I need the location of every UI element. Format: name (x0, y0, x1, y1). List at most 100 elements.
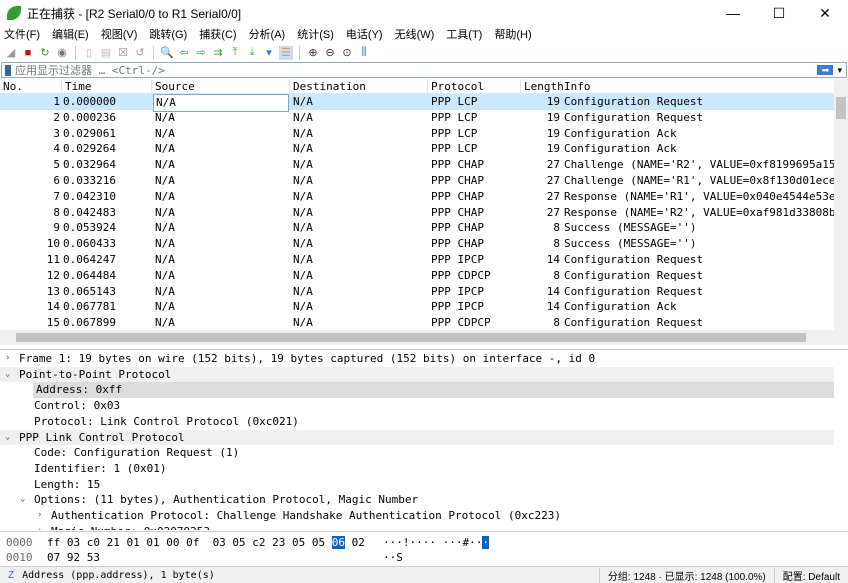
table-row[interactable]: 11 0.064247 N/A N/A PPP IPCP 14 Configuration … (0, 252, 834, 268)
detail-row[interactable]: Protocol: Link Control Protocol (0xc021) (0, 414, 834, 430)
table-row[interactable]: 9 0.053924 N/A N/A PPP CHAP 8 Success (MESSAGE… (0, 220, 834, 236)
zoom-out-icon[interactable]: ⊖ (323, 46, 337, 60)
open-icon[interactable]: ▯ (82, 46, 96, 60)
column-header[interactable]: Length (521, 79, 564, 94)
minimize-button[interactable]: — (710, 0, 756, 26)
maximize-button[interactable]: ☐ (756, 0, 802, 26)
detail-row[interactable]: Control: 0x03 (0, 398, 834, 414)
hex-pre[interactable]: ff 03 c0 21 01 01 00 0f 03 05 c2 23 05 0… (47, 536, 332, 549)
expand-arrow-icon[interactable]: ⌄ (20, 492, 25, 508)
detail-row[interactable]: Identifier: 1 (0x01) (0, 461, 834, 477)
autoscroll-icon[interactable]: ▾ (262, 46, 276, 60)
find-icon[interactable]: 🔍 (160, 46, 174, 60)
cell-source: N/A (155, 253, 175, 266)
detail-row[interactable]: Address: 0xff (0, 382, 834, 399)
hex-pre[interactable]: 07 92 53 (47, 551, 100, 564)
table-row[interactable]: 12 0.064484 N/A N/A PPP CDPCP 8 Configuration … (0, 268, 834, 284)
packet-list-hscroll[interactable] (0, 330, 848, 345)
column-header[interactable]: Source (152, 79, 290, 94)
options-icon[interactable]: ◉ (55, 46, 69, 60)
detail-row[interactable]: Length: 15 (0, 477, 834, 493)
window-title: 正在捕获 - [R2 Serial0/0 to R1 Serial0/0] (27, 6, 242, 21)
hex-ascii[interactable]: ···!···· ···#··· (383, 535, 489, 550)
collapse-arrow-icon[interactable]: › (37, 508, 42, 524)
table-row[interactable]: 13 0.065143 N/A N/A PPP IPCP 14 Configuration … (0, 284, 834, 300)
hex-post[interactable]: 02 (345, 536, 365, 549)
display-filter-input[interactable] (15, 63, 818, 77)
column-header[interactable]: Destination (290, 79, 428, 94)
profile-label[interactable]: 配置: Default (773, 567, 848, 583)
menu-item[interactable]: 帮助(H) (494, 26, 531, 42)
back-icon[interactable]: ⇦ (177, 46, 191, 60)
hex-bytes[interactable]: ff 03 c0 21 01 01 00 0f 03 05 c2 23 05 0… (47, 535, 365, 550)
hex-ascii_sel[interactable]: · (482, 536, 489, 549)
filter-dropdown-icon[interactable]: ▾ (837, 65, 842, 76)
cell-destination: N/A (293, 174, 313, 187)
shark-fin-icon[interactable]: ◢ (4, 46, 18, 60)
table-row[interactable]: 5 0.032964 N/A N/A PPP CHAP 27 Challenge (NAME… (0, 157, 835, 173)
detail-row[interactable]: ⌄ PPP Link Control Protocol (0, 429, 834, 446)
zoom-in-icon[interactable]: ⊕ (306, 46, 320, 60)
menu-item[interactable]: 统计(S) (297, 26, 334, 42)
reload-icon[interactable]: ↺ (133, 46, 147, 60)
hex-ascii_pre[interactable]: ···!···· ···#·· (383, 536, 482, 549)
cell-time: 0.042310 (63, 189, 116, 203)
menu-item[interactable]: 视图(V) (101, 26, 138, 42)
stop-icon[interactable]: ■ (21, 46, 35, 60)
detail-row[interactable]: ⌄ Options: (11 bytes), Authentication Pro… (0, 492, 834, 508)
menu-item[interactable]: 编辑(E) (52, 26, 89, 42)
table-row[interactable]: 3 0.029061 N/A N/A PPP LCP 19 Configuration Ac… (0, 126, 834, 142)
cell-time: 0.064247 (63, 253, 116, 266)
menu-item[interactable]: 无线(W) (395, 26, 435, 42)
column-header[interactable]: Info (561, 79, 848, 94)
hex-ascii[interactable]: ··S (383, 550, 403, 565)
file-icon[interactable]: ▤ (99, 46, 113, 60)
colorize-icon[interactable]: ☰ (279, 45, 293, 60)
hex-sel[interactable]: 06 (331, 536, 346, 549)
packet-list-vscroll[interactable] (834, 79, 848, 330)
menu-item[interactable]: 电话(Y) (346, 26, 383, 42)
collapse-arrow-icon[interactable]: › (37, 524, 42, 530)
zoom-reset-icon[interactable]: ⊙ (340, 46, 354, 60)
menu-item[interactable]: 跳转(G) (149, 26, 187, 42)
column-header[interactable]: No. (0, 79, 62, 94)
table-row[interactable]: 1 0.000000 N/A N/A PPP LCP 19 Configuration Re… (0, 94, 834, 112)
table-row[interactable]: 10 0.060433 N/A N/A PPP CHAP 8 Success (MESSAG… (0, 236, 834, 252)
detail-row[interactable]: ⌄ Point-to-Point Protocol (0, 366, 834, 383)
table-row[interactable]: 6 0.033216 N/A N/A PPP CHAP 27 Challenge (NAME… (0, 173, 835, 189)
collapse-arrow-icon[interactable]: › (5, 351, 10, 367)
detail-row[interactable]: › Magic Number: 0x02079253 (0, 524, 834, 530)
table-row[interactable]: 8 0.042483 N/A N/A PPP CHAP 27 Response (NAME=… (0, 205, 835, 221)
detail-row[interactable]: › Authentication Protocol: Challenge Hand… (0, 508, 834, 524)
forward-icon[interactable]: ⇨ (194, 46, 208, 60)
column-header[interactable]: Time (62, 79, 152, 94)
menu-item[interactable]: 分析(A) (249, 26, 286, 42)
goto-icon[interactable]: ⇉ (211, 46, 225, 60)
bookmark-icon[interactable] (5, 64, 11, 76)
expand-arrow-icon[interactable]: ⌄ (5, 367, 10, 383)
menu-item[interactable]: 捕获(C) (199, 26, 236, 42)
toolbar-separator (299, 45, 300, 60)
table-row[interactable]: 15 0.067899 N/A N/A PPP CDPCP 8 Configuration … (0, 315, 834, 331)
table-row[interactable]: 4 0.029264 N/A N/A PPP LCP 19 Configuration Ac… (0, 141, 834, 157)
menu-item[interactable]: 文件(F) (4, 26, 40, 42)
detail-row[interactable]: Code: Configuration Request (1) (0, 445, 834, 461)
detail-text: Control: 0x03 (34, 399, 121, 413)
table-row[interactable]: 14 0.067781 N/A N/A PPP IPCP 14 Configuration … (0, 299, 834, 315)
table-row[interactable]: 2 0.000236 N/A N/A PPP LCP 19 Configuration Re… (0, 110, 834, 126)
restart-icon[interactable]: ↻ (38, 46, 52, 60)
first-icon[interactable]: ⤒ (228, 46, 242, 60)
detail-row[interactable]: › Frame 1: 19 bytes on wire (152 bits), 1… (0, 351, 834, 367)
column-header[interactable]: Protocol (428, 79, 521, 94)
close-file-icon[interactable]: ☒ (116, 46, 130, 60)
menu-item[interactable]: 工具(T) (446, 26, 482, 42)
close-button[interactable]: ✕ (802, 0, 848, 26)
expand-arrow-icon[interactable]: ⌄ (5, 430, 10, 446)
resize-columns-icon[interactable]: ⫼ (357, 46, 371, 60)
last-icon[interactable]: ⤓ (245, 46, 259, 60)
hex-bytes[interactable]: 07 92 53 (47, 550, 100, 565)
table-row[interactable]: 7 0.042310 N/A N/A PPP CHAP 27 Response (NAME=… (0, 189, 835, 205)
apply-filter-button[interactable]: ➡ (817, 65, 834, 75)
expert-info-icon[interactable]: Z (8, 570, 14, 581)
hex-ascii_pre[interactable]: ··S (383, 551, 403, 564)
